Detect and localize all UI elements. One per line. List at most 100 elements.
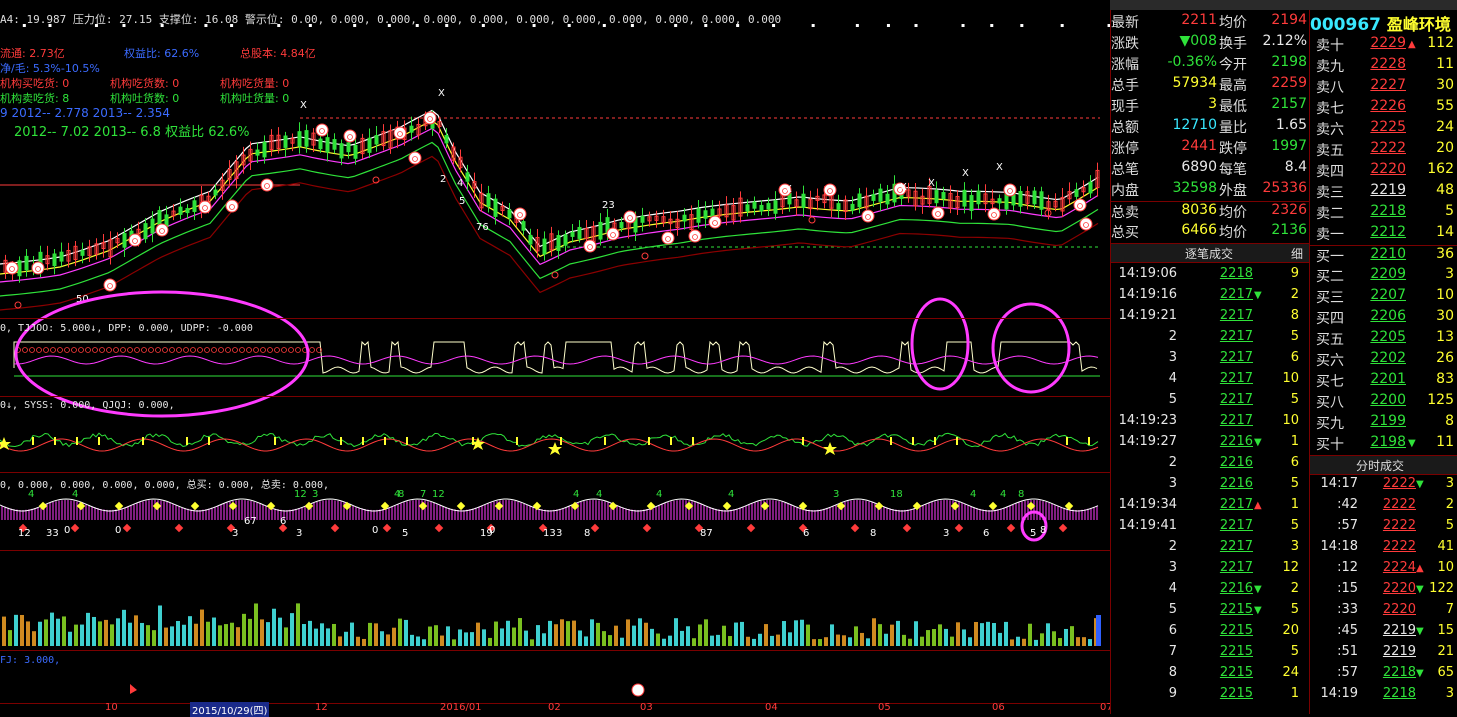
volume-bar — [944, 628, 948, 646]
fund-liutong: 流通: 2.73亿 — [0, 47, 65, 60]
volume-bar — [806, 624, 810, 646]
smiley-icon — [343, 129, 357, 143]
level-label: 卖九 — [1316, 59, 1344, 75]
panel2-o-marker — [232, 347, 238, 353]
panel2-o-marker — [253, 347, 259, 353]
fenshi-time: :57 — [1337, 518, 1358, 533]
order-book-buy-row: 买十 2198 ▼ 11 — [1310, 434, 1457, 455]
tick-detail-toggle[interactable]: 细 — [1291, 245, 1303, 262]
tick-time: 14:19:23 — [1118, 413, 1177, 428]
candle-body — [178, 206, 183, 215]
candle-body — [409, 125, 414, 133]
panel2-o-marker — [120, 347, 126, 353]
tick-row: 2 2217 3 — [1111, 539, 1309, 560]
candle-body — [836, 203, 841, 210]
candle-body — [528, 235, 533, 245]
kline-chart-area[interactable]: X X 2 4 5 76 50 23 X X X X X 12 33 0 0 3 67 6 3 0 5 19 0 13 3 8 87 6 8… — [0, 0, 1113, 717]
candle-body — [374, 135, 379, 145]
volume-bar — [992, 623, 996, 646]
panel4-number: 3 — [943, 528, 949, 539]
panel4-number: 3 — [296, 528, 302, 539]
volume-bar — [698, 624, 702, 646]
volume-bar — [104, 619, 108, 646]
volume-bar — [680, 630, 684, 646]
candle-body — [759, 204, 764, 212]
date-axis-label: 12 — [315, 702, 328, 713]
order-book-buy-row: 买一 2210 36 — [1310, 245, 1457, 267]
level-price: 2201 — [1370, 371, 1406, 387]
quote-value: 3 — [1208, 96, 1217, 112]
order-book-sell-row: 卖八 2227 30 — [1310, 77, 1457, 98]
candle-body — [255, 149, 260, 156]
tick-volume: 6 — [1290, 350, 1299, 365]
quote-row: 现手 3 最低 2157 — [1111, 96, 1309, 117]
volume-bar — [866, 638, 870, 646]
tick-volume: 6 — [1290, 455, 1299, 470]
ma10-line — [0, 119, 1099, 275]
panel4-number: 4 — [596, 489, 602, 500]
chart-annotation: 2 — [440, 174, 446, 185]
top-marker — [961, 24, 965, 27]
panel2-o-marker — [288, 347, 294, 353]
fenshi-volume: 10 — [1437, 560, 1454, 575]
level-volume: 20 — [1436, 140, 1454, 156]
panel4-number: 13 — [543, 528, 556, 539]
tick-row: 5 2215 ▼ 5 — [1111, 602, 1309, 623]
smiley-icon — [861, 209, 875, 223]
panel4-number: 33 — [46, 528, 59, 539]
volume-bar — [38, 621, 42, 646]
panel2-o-marker — [127, 347, 133, 353]
tick-time: 14:19:16 — [1118, 287, 1177, 302]
stock-title: 000967 盈峰环境 — [1310, 11, 1457, 35]
volume-bar — [482, 629, 486, 646]
level-label: 买八 — [1316, 395, 1344, 411]
level-volume: 8 — [1445, 413, 1454, 429]
volume-bar — [1070, 626, 1074, 646]
tick-row: 3 2217 6 — [1111, 350, 1309, 371]
quote-value: 2194 — [1271, 12, 1307, 28]
level-label: 卖五 — [1316, 143, 1344, 159]
volume-bar — [422, 639, 426, 646]
tick-row: 14:19:06 2218 9 — [1111, 266, 1309, 287]
volume-bar — [2, 616, 6, 646]
level-label: 买十 — [1316, 437, 1344, 453]
level-price: 2229 — [1370, 35, 1406, 51]
panel3-bar — [912, 437, 914, 445]
candle-body — [444, 134, 449, 144]
volume-bar — [782, 621, 786, 646]
smiley-icon — [423, 111, 437, 125]
tick-row: 2 2217 5 — [1111, 329, 1309, 350]
volume-bar — [752, 638, 756, 646]
panel6-label: FJ: 3.000, — [0, 655, 61, 666]
quote-value: 8.4 — [1284, 159, 1307, 175]
date-axis-label: 02 — [548, 702, 561, 713]
volume-bar — [512, 627, 516, 646]
quote-label: 每笔 — [1219, 162, 1247, 178]
tick-price: 2217 — [1219, 392, 1253, 407]
inst-row-1: 机构买吃货: 0 机构吃货数: 0 机构吃货量: 0 — [0, 75, 289, 91]
diamond-marker — [382, 523, 392, 533]
panel3-bar — [142, 437, 144, 445]
star-icon — [0, 437, 11, 450]
volume-bar — [872, 618, 876, 646]
volume-bar — [32, 631, 36, 646]
volume-bar — [326, 628, 330, 646]
volume-bar — [1088, 639, 1092, 646]
inst-buy-a: 机构买吃货: 0 — [0, 77, 70, 90]
panel2-o-marker — [190, 347, 196, 353]
level-label: 买五 — [1316, 332, 1344, 348]
panel4-number: 0 — [64, 525, 70, 536]
panel3-bar — [1088, 437, 1090, 445]
fenshi-row: 14:17 2222 ▼ 3 — [1310, 476, 1457, 497]
quote-label: 涨跌 — [1111, 36, 1139, 52]
tick-time: 3 — [1168, 560, 1177, 575]
diamond-marker — [902, 523, 912, 533]
fenshi-time: :57 — [1337, 665, 1358, 680]
panel2-o-marker — [197, 347, 203, 353]
volume-bar — [200, 609, 204, 646]
level-volume: 11 — [1436, 434, 1454, 450]
volume-bar — [578, 630, 582, 646]
fenshi-volume: 15 — [1437, 623, 1454, 638]
top-marker — [886, 24, 890, 27]
volume-bar — [638, 618, 642, 646]
